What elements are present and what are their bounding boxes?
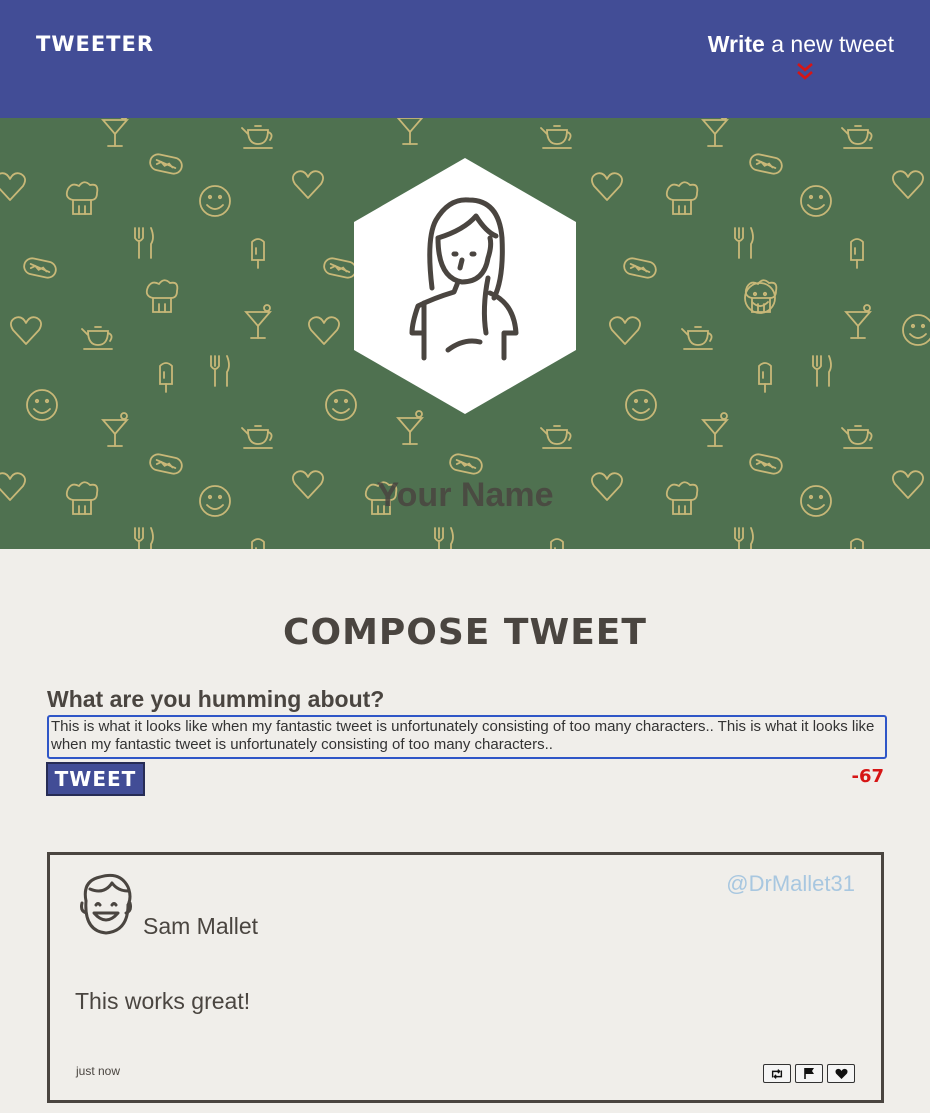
tweet-actions [763, 1064, 855, 1083]
tweet-text-input[interactable]: This is what it looks like when my fanta… [47, 715, 887, 759]
double-chevron-down-icon[interactable] [793, 60, 817, 84]
character-counter: -67 [851, 766, 884, 787]
man-avatar-icon [80, 873, 132, 935]
flag-icon [804, 1068, 814, 1079]
tweet-card: Sam Mallet @DrMallet31 This works great!… [47, 852, 884, 1103]
brand-logo[interactable]: TWEETER [36, 32, 154, 56]
top-nav: TWEETER Write a new tweet [0, 0, 930, 118]
write-new-tweet-link[interactable]: Write a new tweet [708, 31, 894, 58]
retweet-button[interactable] [763, 1064, 791, 1083]
write-label-bold: Write [707, 31, 765, 57]
heart-icon [835, 1068, 847, 1079]
retweet-icon [771, 1068, 783, 1079]
tweet-timestamp: just now [76, 1064, 121, 1078]
tweet-body: This works great! [75, 988, 251, 1014]
tweet-submit-button[interactable]: TWEET [46, 762, 145, 796]
like-button[interactable] [827, 1064, 855, 1083]
tweet-author-handle: @DrMallet31 [726, 871, 855, 896]
tweet-author-name: Sam Mallet [143, 913, 259, 939]
profile-hero: Your Name [0, 118, 930, 549]
compose-title: COMPOSE TWEET [283, 612, 647, 653]
flag-button[interactable] [795, 1064, 823, 1083]
compose-prompt-label: What are you humming about? [47, 686, 385, 712]
write-label-rest: a new tweet [764, 31, 894, 57]
profile-name: Your Name [376, 476, 554, 514]
profile-avatar [354, 158, 576, 414]
